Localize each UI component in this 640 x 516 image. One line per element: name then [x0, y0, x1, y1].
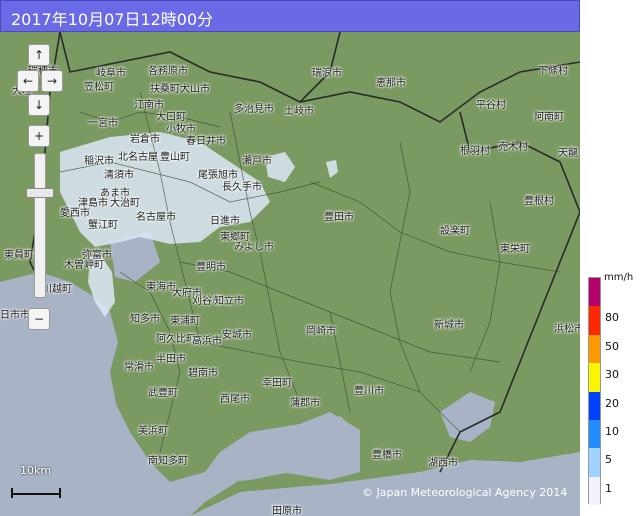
city-label: 大口町 — [156, 112, 186, 123]
city-label: 犬山市 — [180, 84, 210, 95]
city-label: 知多市 — [130, 314, 160, 325]
legend-swatch — [589, 363, 600, 392]
city-label: 売木村 — [498, 142, 528, 153]
city-label: 湖西市 — [428, 458, 458, 469]
scale-label: 10km — [20, 464, 52, 477]
zoom-out-button[interactable]: − — [28, 308, 50, 330]
city-label: 阿南町 — [534, 112, 564, 123]
city-label: 土岐市 — [284, 106, 314, 117]
city-label: 蟹江町 — [88, 220, 118, 231]
legend-swatch — [589, 448, 600, 477]
city-label: 尾張旭市 — [198, 170, 238, 181]
city-label: 北名古屋 — [118, 152, 158, 163]
city-label: 知立市 — [214, 296, 244, 307]
city-label: 稲沢市 — [84, 156, 114, 167]
precipitation-legend: mm/h 80 50 30 20 10 5 1 — [588, 272, 640, 516]
legend-value: 1 — [605, 481, 612, 495]
zoom-slider-handle[interactable] — [26, 188, 54, 198]
city-label: 蒲郡市 — [290, 398, 320, 409]
legend-swatch — [589, 419, 600, 449]
city-label: 名古屋市 — [136, 212, 176, 223]
city-label: 瀬戸市 — [242, 156, 272, 167]
city-label: 平谷村 — [476, 100, 506, 111]
city-label: 東栄町 — [500, 244, 530, 255]
legend-color-bar — [588, 277, 601, 505]
city-label: 幸田町 — [262, 378, 292, 389]
city-label: 恵那市 — [376, 78, 406, 89]
city-label: 設楽町 — [440, 226, 470, 237]
city-label: 春日井市 — [186, 136, 226, 147]
city-label: 愛西市 — [60, 208, 90, 219]
city-label: 岡崎市 — [306, 326, 336, 337]
legend-swatch — [589, 476, 600, 505]
city-label: 弥富市 — [82, 250, 112, 261]
city-label: みよし市 — [234, 242, 274, 253]
city-label: 一宮市 — [88, 118, 118, 129]
city-label: 清須市 — [104, 170, 134, 181]
city-label: 新城市 — [434, 320, 464, 331]
legend-swatch — [589, 306, 600, 335]
city-label: 常滑市 — [124, 362, 154, 373]
pan-down-button[interactable]: ↓ — [28, 94, 50, 116]
city-label: 多治見市 — [234, 104, 274, 115]
timestamp-text: 2017年10月07日12時00分 — [11, 10, 214, 29]
legend-unit: mm/h — [604, 272, 634, 283]
legend-value: 20 — [605, 396, 619, 410]
city-label: 西尾市 — [220, 394, 250, 405]
city-label: 下條村 — [538, 66, 568, 77]
city-label: 阿久比町 — [156, 334, 196, 345]
city-label: 天龍 — [558, 148, 578, 159]
city-label: 浜松市 — [554, 324, 580, 335]
pan-left-button[interactable]: ← — [17, 70, 39, 92]
city-label: 日進市 — [210, 216, 240, 227]
legend-value: 5 — [605, 453, 612, 467]
city-label: 豊根村 — [524, 196, 554, 207]
ise-bay-sea — [0, 272, 360, 516]
radar-map[interactable]: 瑞穂市岐阜市各務原市瑞浪市恵那市下條村大垣笠松町扶桑町犬山市江南市大口町多治見市… — [0, 32, 580, 516]
city-label: 田原市 — [272, 506, 302, 516]
city-label: 豊川市 — [354, 386, 384, 397]
city-label: 笠松町 — [84, 82, 114, 93]
legend-swatch — [589, 334, 600, 364]
city-label: 岩倉市 — [130, 134, 160, 145]
pan-right-button[interactable]: → — [41, 70, 63, 92]
zoom-in-button[interactable]: + — [28, 125, 50, 147]
city-label: 豊山町 — [160, 152, 190, 163]
city-label: 美浜町 — [138, 426, 168, 437]
city-label: 碧南市 — [188, 368, 218, 379]
zoom-slider-track[interactable] — [34, 153, 46, 298]
city-label: 東員町 — [4, 250, 34, 261]
legend-value: 30 — [605, 368, 619, 382]
city-label: 江南市 — [134, 100, 164, 111]
city-label: 根羽村 — [460, 146, 490, 157]
city-label: 日市市 — [0, 310, 30, 321]
city-label: 長久手市 — [222, 182, 262, 193]
city-label: 武豊町 — [148, 388, 178, 399]
city-label: 安城市 — [222, 330, 252, 341]
city-label: 木曽岬町 — [64, 260, 104, 271]
legend-swatch — [589, 391, 600, 420]
legend-swatch — [589, 278, 600, 307]
legend-value: 50 — [605, 339, 619, 353]
city-label: 川越町 — [42, 284, 72, 295]
city-label: 豊田市 — [324, 212, 354, 223]
lake-hamana — [440, 392, 495, 442]
city-label: 岐阜市 — [96, 68, 126, 79]
copyright-text: © Japan Meteorological Agency 2014 — [362, 486, 568, 499]
legend-value: 80 — [605, 311, 619, 325]
timestamp-header: 2017年10月07日12時00分 — [0, 0, 580, 32]
city-label: 瑞浪市 — [312, 68, 342, 79]
legend-value: 10 — [605, 424, 619, 438]
city-label: 小牧市 — [166, 124, 196, 135]
city-label: 豊明市 — [196, 262, 226, 273]
city-label: 豊橋市 — [372, 450, 402, 461]
city-label: 南知多町 — [148, 456, 188, 467]
city-label: 半田市 — [156, 354, 186, 365]
city-label: 大治町 — [110, 198, 140, 209]
city-label: 各務原市 — [148, 66, 188, 77]
city-label: 高浜市 — [192, 336, 222, 347]
city-label: 扶桑町 — [150, 84, 180, 95]
city-label: 東浦町 — [170, 316, 200, 327]
pan-up-button[interactable]: ↑ — [28, 44, 50, 66]
